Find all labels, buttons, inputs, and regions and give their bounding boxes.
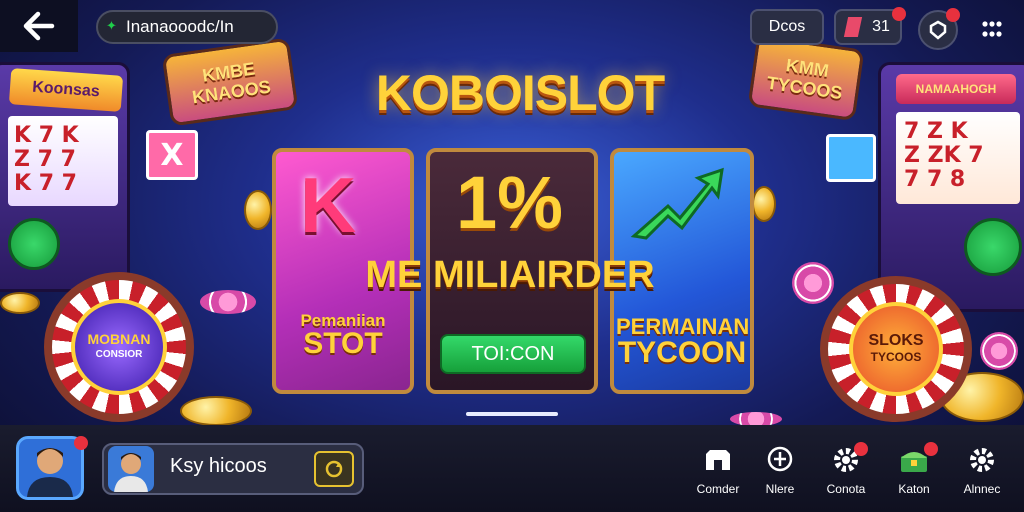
nav-alnnec[interactable]: Alnnec	[952, 444, 1012, 496]
notification-dot	[946, 8, 960, 22]
avatar-portrait-icon	[27, 448, 73, 497]
right-roulette-wheel: SLOKS TYCOOS	[820, 276, 972, 422]
x-sign-icon: X	[146, 130, 198, 180]
coin-icon	[180, 396, 252, 426]
right-wheel-center: SLOKS TYCOOS	[849, 302, 943, 396]
poker-chip-icon	[980, 332, 1018, 370]
left-reel-symbols: K 7 KZ 7 7K 7 7	[14, 123, 79, 196]
card-slot-label-line-2: STOT	[303, 327, 383, 360]
right-wheel-text-1: SLOKS	[868, 332, 924, 349]
notification-dot	[74, 436, 88, 450]
nav-nlere-label: Nlere	[765, 482, 795, 496]
left-banner: KMBE KNAOOS	[161, 37, 299, 127]
right-banner: KMM TYCOOS	[747, 34, 865, 122]
notification-dot	[854, 442, 868, 456]
player-action-button[interactable]	[314, 451, 354, 487]
refresh-icon	[325, 460, 343, 478]
nav-katon[interactable]: Katon	[884, 442, 944, 496]
left-wheel-center: MOBNAN CONSIOR	[71, 299, 167, 395]
player-portrait-icon	[114, 453, 148, 492]
game-name-text: Inanaooodc/In	[126, 17, 234, 36]
more-menu-button[interactable]	[976, 14, 1008, 46]
compass-icon	[767, 446, 793, 472]
back-button[interactable]	[0, 0, 78, 52]
card-slot-label: Pemaniian STOT	[280, 312, 406, 359]
coin-icon	[244, 190, 272, 230]
left-wheel-text-1: MOBNAN	[87, 331, 151, 347]
right-wheel-text-2: TYCOOS	[870, 350, 922, 364]
notification-dot	[892, 7, 906, 21]
notification-dot	[924, 442, 938, 456]
left-wheel-text-2: CONSIOR	[95, 349, 143, 360]
card-percent-symbol: 1%	[456, 161, 563, 244]
left-roulette-wheel: MOBNAN CONSIOR	[44, 272, 194, 422]
coin-icon	[0, 292, 40, 314]
shield-icon	[929, 20, 947, 40]
chat-button[interactable]: Dcos	[750, 9, 824, 45]
nav-comder-label: Comder	[696, 482, 740, 496]
game-name-pill[interactable]: ✦ Inanaooodc/In	[96, 10, 278, 44]
card-tycoon-label-line-2: TYCOON	[617, 336, 747, 369]
poker-chip-icon	[200, 290, 256, 314]
left-machine-sign: Koonsas	[8, 68, 124, 112]
chat-button-label: Dcos	[768, 18, 806, 35]
game-logo-title: KOBOISLOT	[375, 65, 665, 121]
poker-chip-icon	[730, 412, 782, 426]
toicon-button[interactable]: TOI:CON	[440, 334, 586, 374]
right-banner-line-2: TYCOOS	[765, 72, 844, 104]
nav-katon-label: Katon	[898, 482, 930, 496]
card-tycoon-label: PERMAINAN TYCOON	[616, 314, 750, 369]
right-green-button-icon	[964, 218, 1022, 276]
ticket-icon	[843, 17, 863, 37]
coin-icon	[752, 186, 776, 222]
hero-subtitle: ME MILIAIRDER	[365, 254, 655, 296]
carousel-indicator	[466, 412, 558, 416]
poker-chip-icon	[792, 262, 834, 304]
settings-gear-icon	[970, 448, 994, 472]
left-green-button-icon	[8, 218, 60, 270]
right-reel-symbols: 7 Z KZ ZK 77 7 8	[904, 119, 984, 192]
nav-comder[interactable]: Comder	[688, 444, 748, 496]
right-machine-sign-text: NAMAAHOGH	[915, 82, 997, 96]
status-star-icon: ✦	[106, 19, 117, 34]
shield-button[interactable]	[918, 8, 960, 50]
card-k-symbol: K	[300, 161, 357, 249]
nav-alnnec-label: Alnnec	[963, 482, 1001, 496]
player-name: Ksy hicoos	[170, 455, 267, 477]
nav-conota-label: Conota	[826, 482, 866, 496]
nav-nlere[interactable]: Nlere	[750, 444, 810, 496]
blue-sign-icon	[826, 134, 876, 182]
left-machine-sign-text: Koonsas	[31, 78, 101, 101]
back-arrow-icon	[23, 11, 55, 41]
tickets-button[interactable]: 31	[834, 7, 906, 45]
nav-conota[interactable]: Conota	[816, 442, 876, 496]
card-tycoon-label-line-1: PERMAINAN	[616, 314, 750, 339]
green-arrow-icon	[628, 166, 724, 246]
dots-grid-icon	[982, 21, 1002, 37]
player-avatar	[108, 446, 154, 492]
right-machine-sign: NAMAAHOGH	[896, 74, 1016, 104]
store-icon	[706, 450, 730, 470]
tickets-count: 31	[872, 18, 890, 35]
